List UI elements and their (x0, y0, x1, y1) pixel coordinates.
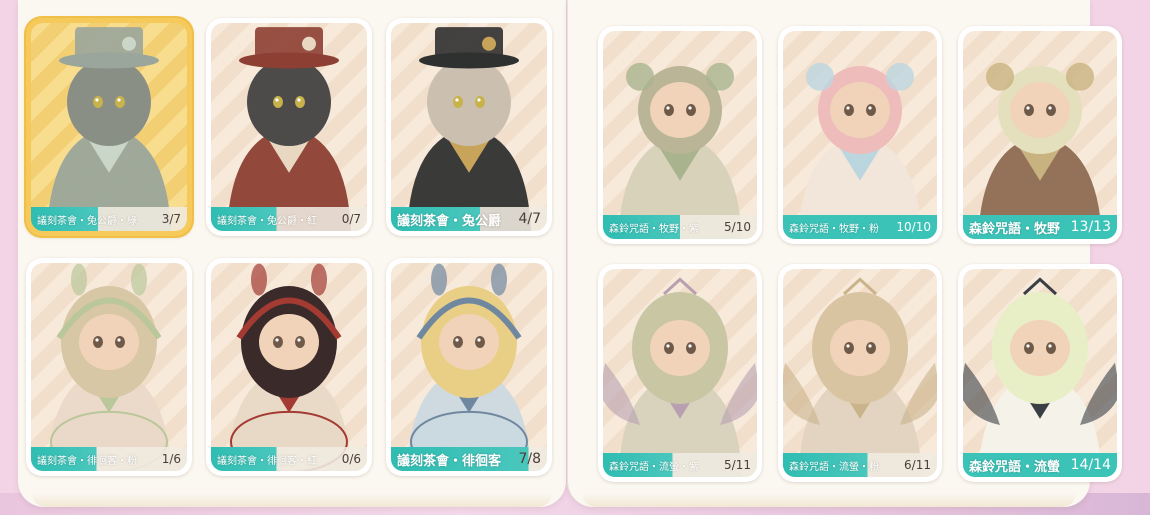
character-figure (211, 263, 367, 471)
outfit-name: 森鈴咒語・牧野 (969, 221, 1061, 237)
outfit-card-art: 森鈴咒語・牧野・粉 10/10 (783, 31, 937, 239)
character-figure (211, 23, 367, 231)
outfit-name: 議刻茶會・徘徊客 (397, 453, 502, 469)
outfit-name: 議刻茶會・兔公爵・紅 (217, 215, 317, 227)
outfit-collected-count: 0/6 (341, 452, 361, 466)
outfit-card[interactable]: 議刻茶會・兔公爵 4/7 (386, 18, 552, 236)
outfit-card-art: 森鈴咒語・流螢・紫 5/11 (603, 269, 757, 477)
outfit-collected-count: 1/6 (161, 452, 181, 466)
character-figure (391, 23, 547, 231)
outfit-card[interactable]: 議刻茶會・兔公爵・綠 3/7 (26, 18, 192, 236)
outfit-collected-count: 7/8 (518, 451, 541, 467)
outfit-label-bar: 森鈴咒語・流螢・粉 6/11 (783, 453, 937, 477)
outfit-label-bar: 森鈴咒語・牧野・紫 5/10 (603, 215, 757, 239)
character-figure (603, 31, 757, 239)
outfit-label-bar: 議刻茶會・徘徊客・粉 1/6 (31, 447, 187, 471)
character-figure (963, 269, 1117, 477)
outfit-card-art: 議刻茶會・徘徊客・粉 1/6 (31, 263, 187, 471)
outfit-label-bar: 議刻茶會・兔公爵・紅 0/7 (211, 207, 367, 231)
outfit-label-bar: 森鈴咒語・流螢・紫 5/11 (603, 453, 757, 477)
panel-edge (582, 493, 1076, 507)
character-figure (31, 263, 187, 471)
outfit-name: 議刻茶會・徘徊客・粉 (37, 455, 137, 467)
outfit-label-bar: 議刻茶會・徘徊客・紅 0/6 (211, 447, 367, 471)
character-figure (603, 269, 757, 477)
outfit-card[interactable]: 議刻茶會・徘徊客・粉 1/6 (26, 258, 192, 476)
outfit-collected-count: 4/7 (518, 211, 541, 227)
outfit-card[interactable]: 森鈴咒語・流螢 14/14 (958, 264, 1122, 482)
character-figure (31, 23, 187, 231)
outfit-name: 森鈴咒語・牧野・紫 (609, 223, 699, 235)
outfit-collected-count: 6/11 (904, 458, 931, 472)
character-figure (783, 31, 937, 239)
outfit-collected-count: 0/7 (341, 212, 361, 226)
outfit-collected-count: 5/10 (724, 220, 751, 234)
outfit-card-art: 議刻茶會・兔公爵・紅 0/7 (211, 23, 367, 231)
outfit-label-bar: 森鈴咒語・牧野 13/13 (963, 215, 1117, 239)
outfit-card-art: 森鈴咒語・流螢 14/14 (963, 269, 1117, 477)
outfit-card[interactable]: 森鈴咒語・牧野・粉 10/10 (778, 26, 942, 244)
outfit-card[interactable]: 議刻茶會・兔公爵・紅 0/7 (206, 18, 372, 236)
outfit-label-bar: 議刻茶會・徘徊客 7/8 (391, 447, 547, 471)
panel-edge (32, 493, 552, 507)
outfit-name: 議刻茶會・徘徊客・紅 (217, 455, 317, 467)
character-figure (963, 31, 1117, 239)
outfit-name: 議刻茶會・兔公爵・綠 (37, 215, 137, 227)
outfit-collected-count: 3/7 (161, 212, 181, 226)
outfit-collected-count: 13/13 (1070, 219, 1111, 235)
outfit-collected-count: 10/10 (896, 220, 931, 234)
outfit-card[interactable]: 森鈴咒語・牧野 13/13 (958, 26, 1122, 244)
outfit-card[interactable]: 議刻茶會・徘徊客 7/8 (386, 258, 552, 476)
outfit-collected-count: 5/11 (724, 458, 751, 472)
outfit-label-bar: 森鈴咒語・流螢 14/14 (963, 453, 1117, 477)
outfit-card-art: 議刻茶會・徘徊客・紅 0/6 (211, 263, 367, 471)
outfit-card-art: 森鈴咒語・流螢・粉 6/11 (783, 269, 937, 477)
outfit-card[interactable]: 議刻茶會・徘徊客・紅 0/6 (206, 258, 372, 476)
outfit-label-bar: 森鈴咒語・牧野・粉 10/10 (783, 215, 937, 239)
outfit-name: 森鈴咒語・流螢 (969, 459, 1061, 475)
outfit-label-bar: 議刻茶會・兔公爵・綠 3/7 (31, 207, 187, 231)
character-figure (391, 263, 547, 471)
outfit-name: 森鈴咒語・流螢・紫 (609, 461, 699, 473)
outfit-card[interactable]: 森鈴咒語・流螢・粉 6/11 (778, 264, 942, 482)
outfit-name: 議刻茶會・兔公爵 (397, 213, 502, 229)
outfit-name: 森鈴咒語・流螢・粉 (789, 461, 879, 473)
outfit-card-art: 議刻茶會・兔公爵 4/7 (391, 23, 547, 231)
outfit-card-art: 議刻茶會・兔公爵・綠 3/7 (31, 23, 187, 231)
outfit-collected-count: 14/14 (1070, 457, 1111, 473)
outfit-label-bar: 議刻茶會・兔公爵 4/7 (391, 207, 547, 231)
outfit-name: 森鈴咒語・牧野・粉 (789, 223, 879, 235)
outfit-card-art: 森鈴咒語・牧野・紫 5/10 (603, 31, 757, 239)
outfit-card-art: 議刻茶會・徘徊客 7/8 (391, 263, 547, 471)
outfit-card[interactable]: 森鈴咒語・流螢・紫 5/11 (598, 264, 762, 482)
character-figure (783, 269, 937, 477)
outfit-card-art: 森鈴咒語・牧野 13/13 (963, 31, 1117, 239)
outfit-card[interactable]: 森鈴咒語・牧野・紫 5/10 (598, 26, 762, 244)
